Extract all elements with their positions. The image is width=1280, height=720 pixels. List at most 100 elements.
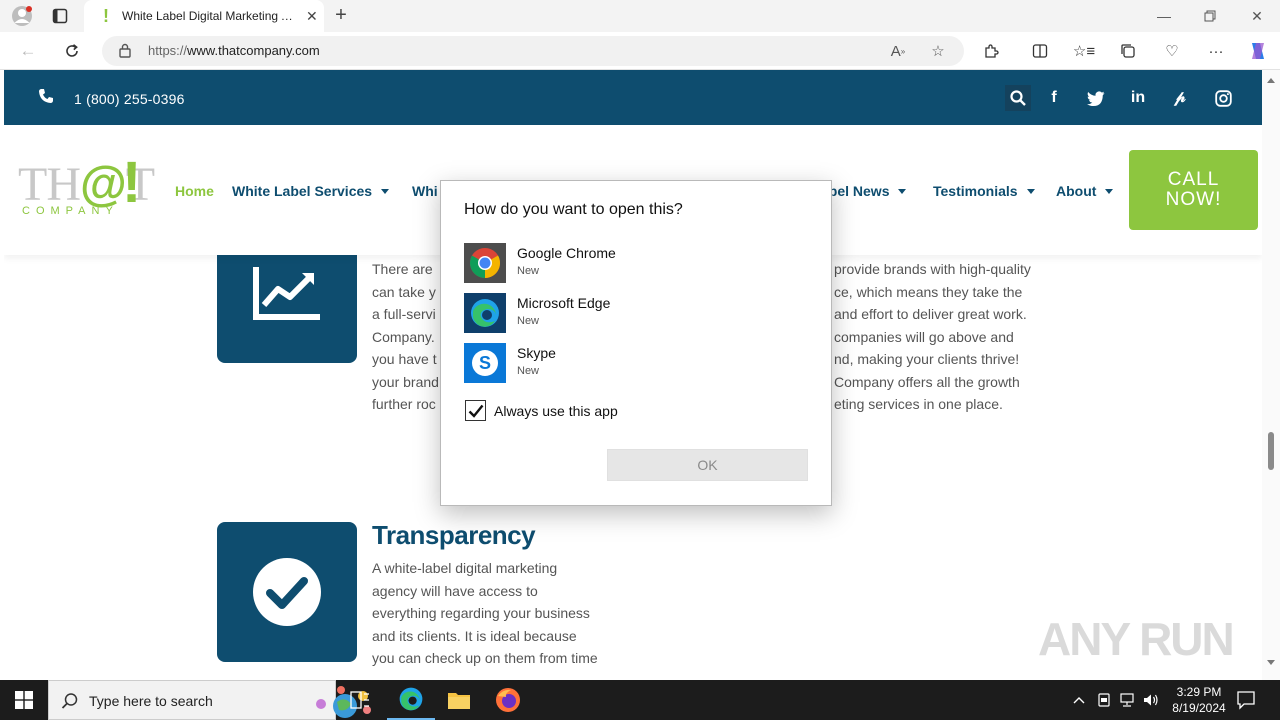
app-option-edge[interactable]: Microsoft Edge New bbox=[464, 293, 804, 335]
app-name: Google Chrome bbox=[517, 245, 616, 261]
back-icon[interactable]: ← bbox=[16, 40, 40, 62]
notification-icon[interactable] bbox=[1236, 690, 1258, 710]
restore-icon[interactable] bbox=[1199, 6, 1221, 26]
edge-icon bbox=[464, 293, 506, 333]
search-placeholder: Type here to search bbox=[89, 693, 213, 709]
site-search-icon[interactable] bbox=[1005, 85, 1031, 111]
chevron-down-icon bbox=[381, 188, 390, 194]
windows-logo-icon bbox=[15, 691, 33, 709]
anyrun-watermark: ANY RUN bbox=[1038, 613, 1235, 665]
checkmark-icon bbox=[468, 404, 483, 418]
start-button[interactable] bbox=[0, 680, 48, 720]
tab-close-icon[interactable]: ✕ bbox=[306, 8, 318, 25]
task-view-icon[interactable] bbox=[336, 680, 384, 720]
instagram-icon[interactable] bbox=[1210, 85, 1236, 111]
clock-time: 3:29 PM bbox=[1176, 685, 1222, 699]
close-window-icon[interactable]: ✕ bbox=[1246, 6, 1268, 26]
logo-exclamation: ! bbox=[122, 150, 142, 215]
refresh-icon[interactable] bbox=[60, 40, 84, 62]
url-text: https://www.thatcompany.com bbox=[148, 43, 320, 58]
chevron-down-icon bbox=[1026, 188, 1035, 194]
always-use-option[interactable]: Always use this app bbox=[465, 400, 618, 421]
search-icon bbox=[61, 692, 79, 715]
chevron-down-icon bbox=[1105, 188, 1114, 194]
nav-white-label-partial[interactable]: Whi bbox=[412, 183, 438, 199]
windows-taskbar: Type here to search 3:29 PM 8/19/2024 bbox=[0, 680, 1280, 720]
scroll-down-icon[interactable] bbox=[1267, 660, 1275, 665]
page-scrollbar[interactable] bbox=[1262, 70, 1280, 680]
browser-essentials-icon[interactable]: ♡ bbox=[1160, 40, 1184, 62]
taskbar-edge-icon[interactable] bbox=[387, 680, 435, 720]
volume-icon[interactable] bbox=[1142, 692, 1160, 708]
file-explorer-icon[interactable] bbox=[435, 680, 483, 720]
chrome-icon bbox=[464, 243, 506, 283]
always-use-checkbox[interactable] bbox=[465, 400, 486, 421]
pinterest-icon[interactable]: 𝓅 bbox=[1167, 85, 1193, 111]
app-option-chrome[interactable]: Google Chrome New bbox=[464, 243, 804, 285]
call-now-button[interactable]: CALL NOW! bbox=[1129, 150, 1258, 230]
app-new-badge: New bbox=[517, 365, 540, 377]
nav-white-label-news[interactable]: abel News bbox=[821, 183, 907, 199]
logo-subtitle: COMPANY bbox=[22, 205, 119, 217]
open-with-dialog: How do you want to open this? Google Chr… bbox=[440, 180, 832, 506]
tray-overflow-icon[interactable] bbox=[1070, 692, 1088, 708]
site-favicon-icon: ! bbox=[103, 5, 109, 26]
chart-growth-icon bbox=[253, 267, 320, 320]
firefox-icon[interactable] bbox=[484, 680, 532, 720]
favorites-icon[interactable]: ☆≡ bbox=[1072, 40, 1096, 62]
network-icon[interactable] bbox=[1118, 692, 1136, 708]
nav-about[interactable]: About bbox=[1056, 183, 1114, 199]
browser-tab-bar: ! White Label Digital Marketing Agency ✕… bbox=[0, 0, 1280, 32]
app-name: Skype bbox=[517, 345, 556, 361]
feature1-text-left: There are can take y a full-servi Compan… bbox=[372, 261, 439, 412]
split-screen-icon[interactable] bbox=[1028, 40, 1052, 62]
active-tab[interactable]: ! White Label Digital Marketing Agency ✕ bbox=[84, 0, 324, 32]
nav-white-label-services[interactable]: White Label Services bbox=[232, 183, 390, 199]
check-circle-icon bbox=[253, 558, 321, 626]
app-new-badge: New bbox=[517, 265, 540, 277]
read-aloud-icon[interactable]: A» bbox=[888, 42, 908, 60]
dialog-title: How do you want to open this? bbox=[464, 201, 683, 218]
tray-device-icon[interactable] bbox=[1095, 692, 1113, 708]
ok-button[interactable]: OK bbox=[607, 449, 808, 481]
site-logo[interactable]: TH@T ! COMPANY bbox=[18, 150, 156, 227]
transparency-title: Transparency bbox=[372, 520, 536, 550]
taskbar-clock[interactable]: 3:29 PM 8/19/2024 bbox=[1160, 684, 1238, 716]
feature1-text-right: provide brands with high-quality ce, whi… bbox=[834, 261, 1031, 412]
tab-actions-icon[interactable] bbox=[48, 5, 72, 27]
scroll-up-icon[interactable] bbox=[1267, 78, 1275, 83]
more-menu-icon[interactable]: ··· bbox=[1204, 40, 1228, 62]
transparency-text: A white-label digital marketing agency w… bbox=[372, 560, 598, 666]
phone-contact[interactable]: 1 (800) 255-0396 bbox=[38, 88, 185, 109]
svg-text:S: S bbox=[479, 353, 491, 373]
new-tab-icon[interactable]: + bbox=[330, 4, 352, 26]
skype-icon: S bbox=[464, 343, 506, 383]
clock-date: 8/19/2024 bbox=[1172, 701, 1226, 715]
address-toolbar: ← https://www.thatcompany.com A» ☆ ☆≡ ♡ … bbox=[0, 32, 1280, 70]
transparency-feature-box bbox=[217, 522, 357, 662]
url-field[interactable]: https://www.thatcompany.com A» ☆ bbox=[102, 36, 964, 66]
nav-testimonials[interactable]: Testimonials bbox=[933, 183, 1035, 199]
minimize-icon[interactable]: — bbox=[1153, 6, 1175, 26]
collections-icon[interactable] bbox=[1116, 40, 1140, 62]
favorite-star-icon[interactable]: ☆ bbox=[928, 42, 948, 60]
taskbar-search-box[interactable]: Type here to search bbox=[48, 680, 371, 720]
app-name: Microsoft Edge bbox=[517, 295, 611, 311]
profile-icon[interactable] bbox=[10, 5, 34, 27]
app-new-badge: New bbox=[517, 315, 540, 327]
twitter-icon[interactable] bbox=[1083, 85, 1109, 111]
extensions-icon[interactable] bbox=[979, 40, 1003, 62]
nav-home[interactable]: Home bbox=[175, 183, 214, 199]
phone-number: 1 (800) 255-0396 bbox=[74, 90, 185, 107]
always-use-label: Always use this app bbox=[494, 402, 618, 419]
linkedin-icon[interactable]: in bbox=[1125, 85, 1151, 111]
lock-icon[interactable] bbox=[118, 43, 132, 63]
tab-title: White Label Digital Marketing Agency bbox=[122, 9, 298, 23]
phone-icon bbox=[38, 88, 54, 109]
chevron-down-icon bbox=[898, 188, 907, 194]
site-top-strip: 1 (800) 255-0396 f in 𝓅 bbox=[4, 70, 1262, 125]
facebook-icon[interactable]: f bbox=[1041, 85, 1067, 111]
copilot-icon[interactable] bbox=[1246, 40, 1270, 62]
app-option-skype[interactable]: S Skype New bbox=[464, 343, 804, 385]
scrollbar-thumb[interactable] bbox=[1268, 432, 1274, 470]
